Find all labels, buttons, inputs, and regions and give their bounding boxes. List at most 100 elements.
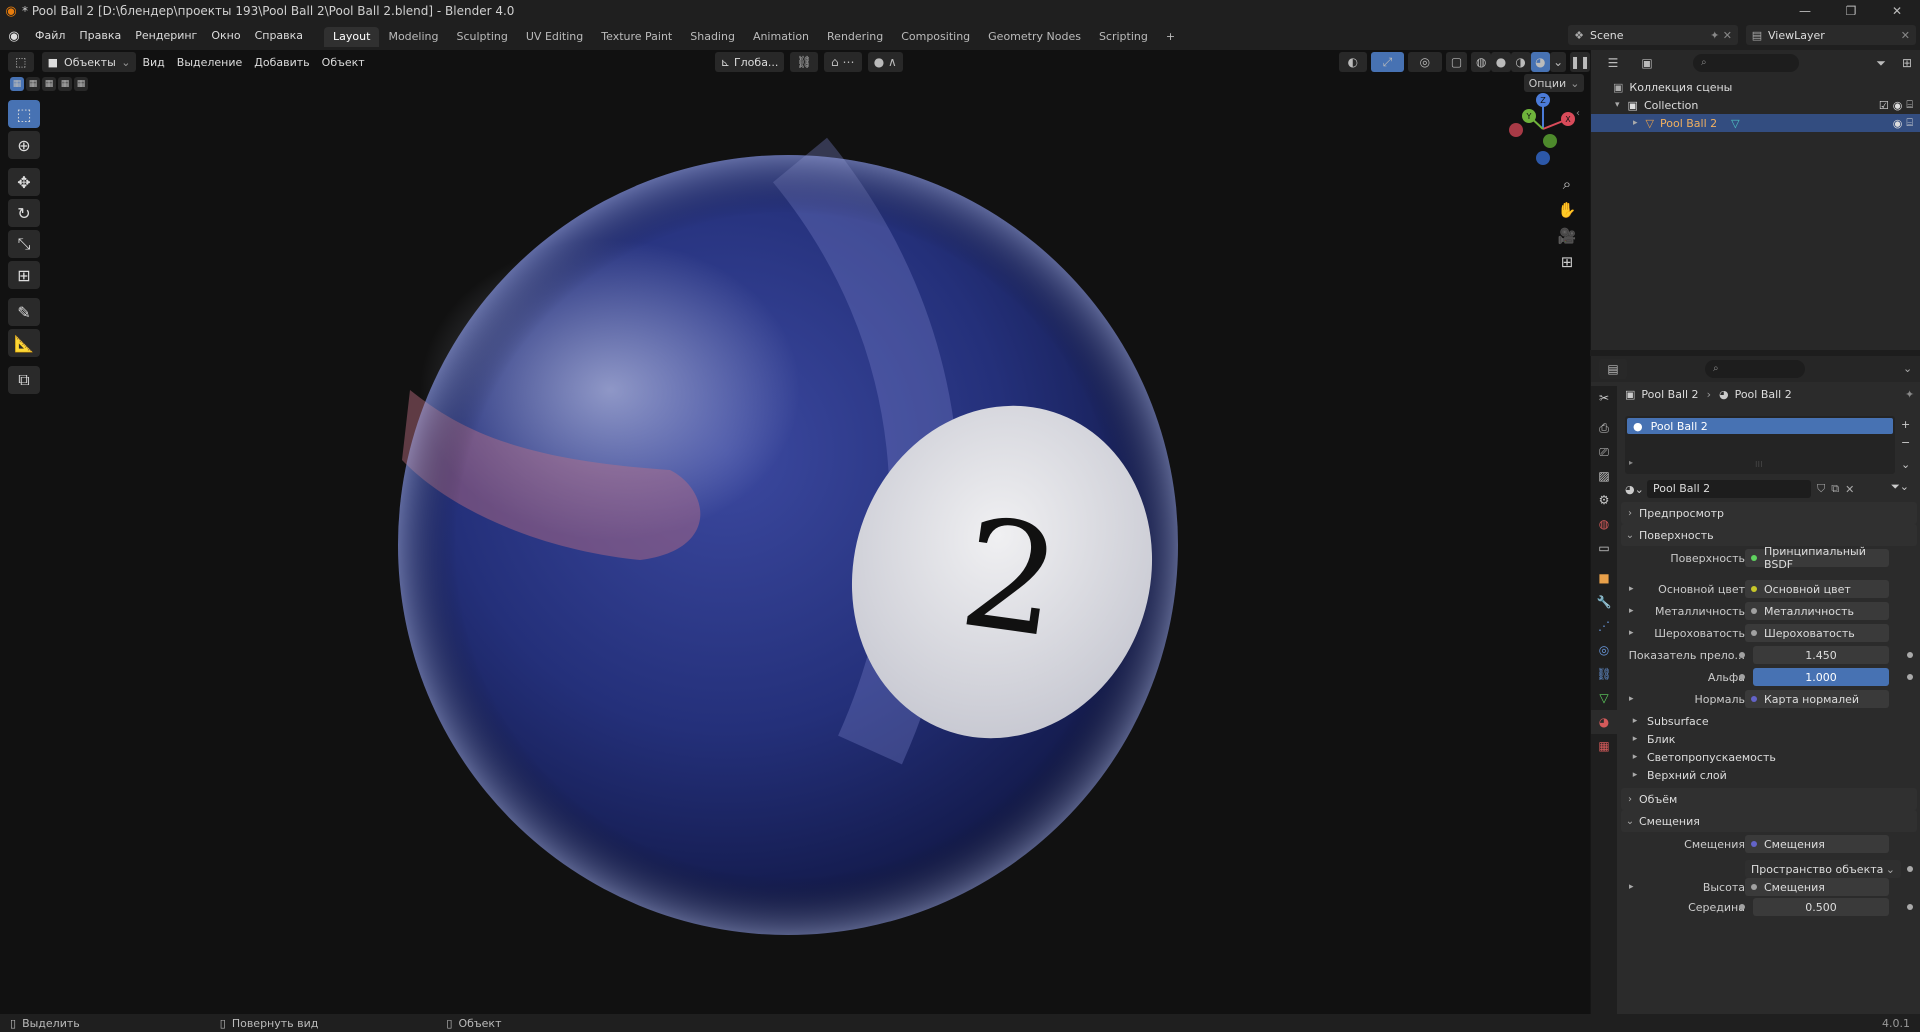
mode-selector[interactable]: ■ Объекты ⌄ xyxy=(41,52,137,72)
select-subtract-icon[interactable]: ▦ xyxy=(42,77,56,91)
add-cube-icon[interactable]: ⧉ xyxy=(8,366,40,394)
unlink-icon[interactable]: ✕ xyxy=(1845,483,1854,496)
menu-view[interactable]: Вид xyxy=(136,52,170,72)
collapse-sidebar-icon[interactable]: ‹ xyxy=(1576,108,1580,119)
outliner-row-collection[interactable]: ▾ ▣ Collection ☑ ◉ ⌸ xyxy=(1591,96,1920,114)
resize-handle-icon[interactable]: ⁝⁝⁝ xyxy=(1755,460,1763,469)
scale-icon[interactable]: ⤡ xyxy=(8,230,40,258)
displacement-row-link[interactable]: Смещения xyxy=(1745,835,1889,853)
object-tab-icon[interactable]: ■ xyxy=(1591,566,1617,590)
data-tab-icon[interactable]: ▽ xyxy=(1591,686,1617,710)
fake-user-icon[interactable]: ⛉ xyxy=(1817,482,1825,496)
menu-object[interactable]: Объект xyxy=(316,52,371,72)
subpanel-header[interactable]: ▸ Светопропускаемость xyxy=(1621,747,1917,767)
options-chevron-icon[interactable]: ⌄ xyxy=(1903,362,1912,375)
world-tab-icon[interactable]: ◍ xyxy=(1591,512,1617,536)
menu-add[interactable]: Добавить xyxy=(248,52,315,72)
duplicate-icon[interactable]: ⧉ xyxy=(1831,482,1839,496)
slot-menu-chevron-icon[interactable]: ⌄ xyxy=(1901,456,1910,474)
output-tab-icon[interactable]: ⎚ xyxy=(1591,440,1617,464)
add-workspace-button[interactable]: + xyxy=(1157,27,1184,47)
tool-tab-icon[interactable]: ✂ xyxy=(1591,386,1617,410)
maximize-button[interactable]: ❐ xyxy=(1828,0,1874,22)
physics-tab-icon[interactable]: ◎ xyxy=(1591,638,1617,662)
expand-right-icon[interactable]: ▸ xyxy=(1629,882,1634,892)
expand-right-icon[interactable]: ▸ xyxy=(1629,458,1633,467)
expand-down-icon[interactable]: ▾ xyxy=(1615,100,1620,110)
blender-menu-icon[interactable]: ◉ xyxy=(0,29,28,44)
surface-row-value[interactable]: 1.000 xyxy=(1753,668,1889,686)
surface-row-value[interactable]: 1.450 xyxy=(1753,646,1889,664)
keyframe-dot-icon[interactable] xyxy=(1907,652,1913,658)
tab-animation[interactable]: Animation xyxy=(744,27,818,47)
xray-icon[interactable]: ▢ xyxy=(1445,52,1468,72)
subpanel-header[interactable]: ▸ Верхний слой xyxy=(1621,765,1917,785)
menu-render[interactable]: Рендеринг xyxy=(128,22,204,50)
pan-hand-icon[interactable]: ✋ xyxy=(1554,198,1580,222)
viewlayer-close-icon[interactable]: ✕ xyxy=(1901,29,1910,42)
select-new-icon[interactable]: ▦ xyxy=(10,77,24,91)
close-button[interactable]: ✕ xyxy=(1874,0,1920,22)
menu-window[interactable]: Окно xyxy=(204,22,247,50)
surface-row-link[interactable]: Основной цвет xyxy=(1745,580,1889,598)
menu-help[interactable]: Справка xyxy=(248,22,310,50)
scene-tab-icon[interactable]: ⚙ xyxy=(1591,488,1617,512)
material-filter-icon[interactable]: ⏷⌄ xyxy=(1891,480,1909,494)
expand-right-icon[interactable]: ▸ xyxy=(1629,694,1634,704)
tab-scripting[interactable]: Scripting xyxy=(1090,27,1157,47)
solid-shading-icon[interactable]: ● xyxy=(1491,52,1511,72)
material-tab-icon[interactable]: ◕ xyxy=(1591,710,1617,734)
ortho-grid-icon[interactable]: ⊞ xyxy=(1554,250,1580,274)
panel-surface[interactable]: ⌄ Поверхность xyxy=(1621,524,1917,546)
select-intersect-icon[interactable]: ▦ xyxy=(74,77,88,91)
tab-uv-editing[interactable]: UV Editing xyxy=(517,27,592,47)
wireframe-shading-icon[interactable]: ◍ xyxy=(1471,52,1492,72)
view-layer-tab-icon[interactable]: ▨ xyxy=(1591,464,1617,488)
expand-right-icon[interactable]: ▸ xyxy=(1629,606,1634,616)
menu-file[interactable]: Файл xyxy=(28,22,72,50)
constraints-tab-icon[interactable]: ⛓ xyxy=(1591,662,1617,686)
tab-compositing[interactable]: Compositing xyxy=(892,27,979,47)
scene-selector[interactable]: ❖ Scene ✦ ✕ xyxy=(1568,25,1738,45)
pin-icon[interactable]: ✦ xyxy=(1905,388,1914,401)
pivot-icon[interactable]: ⛓ xyxy=(790,52,819,72)
navigation-gizmo[interactable]: Z X Y xyxy=(1505,86,1581,168)
tab-modeling[interactable]: Modeling xyxy=(379,27,447,47)
tab-texture-paint[interactable]: Texture Paint xyxy=(592,27,681,47)
gizmo-toggle-icon[interactable]: ⤢ xyxy=(1370,52,1405,72)
filter-icon[interactable]: ⏷ xyxy=(1867,53,1895,73)
outliner-editor-icon[interactable]: ☰ xyxy=(1599,53,1627,73)
collection-tab-icon[interactable]: ▭ xyxy=(1591,536,1617,560)
select-extend-icon[interactable]: ▦ xyxy=(26,77,40,91)
tab-shading[interactable]: Shading xyxy=(681,27,744,47)
tab-layout[interactable]: Layout xyxy=(324,27,380,47)
menu-edit[interactable]: Правка xyxy=(72,22,128,50)
keyframe-dot-icon[interactable] xyxy=(1907,904,1913,910)
eye-icon[interactable]: ◉ xyxy=(1893,99,1903,112)
panel-preview[interactable]: › Предпросмотр xyxy=(1621,502,1917,524)
surface-row-link[interactable]: Карта нормалей xyxy=(1745,690,1889,708)
subpanel-header[interactable]: ▸ Subsurface xyxy=(1621,711,1917,731)
eye-icon[interactable]: ◉ xyxy=(1893,117,1903,130)
material-slot-item[interactable]: ● Pool Ball 2 xyxy=(1627,418,1893,434)
display-mode-icon[interactable]: ▣ xyxy=(1633,53,1661,73)
remove-slot-button[interactable]: − xyxy=(1901,434,1910,452)
outliner-search-input[interactable]: ⌕ xyxy=(1693,54,1799,72)
add-slot-button[interactable]: + xyxy=(1901,416,1910,434)
camera-icon[interactable]: ⌸ xyxy=(1906,116,1913,130)
proportional-edit-icon[interactable]: ● ∧ xyxy=(867,52,903,72)
shading-options-icon[interactable]: ⌄ xyxy=(1550,52,1567,72)
transform-orientation[interactable]: ⊾ Глоба... xyxy=(714,52,785,72)
render-tab-icon[interactable]: ⎙ xyxy=(1591,416,1617,440)
outliner-row-pool-ball[interactable]: ▸ ▽ Pool Ball 2 ▽ ◉ ⌸ xyxy=(1591,114,1920,132)
minimize-button[interactable]: — xyxy=(1782,0,1828,22)
material-name-field[interactable]: Pool Ball 2 xyxy=(1647,480,1811,498)
visibility-icon[interactable]: ◐ xyxy=(1339,52,1367,72)
surface-row-link[interactable]: Металличность xyxy=(1745,602,1889,620)
checkbox-icon[interactable]: ☑ xyxy=(1879,99,1889,112)
texture-tab-icon[interactable]: ▦ xyxy=(1591,734,1617,758)
cursor-icon[interactable]: ⊕ xyxy=(8,131,40,159)
3d-viewport[interactable]: ⬚ ■ Объекты ⌄ Вид Выделение Добавить Объ… xyxy=(0,50,1590,1014)
displacement-row-link[interactable]: Смещения xyxy=(1745,878,1889,896)
editor-type-icon[interactable]: ⬚ xyxy=(8,52,34,72)
